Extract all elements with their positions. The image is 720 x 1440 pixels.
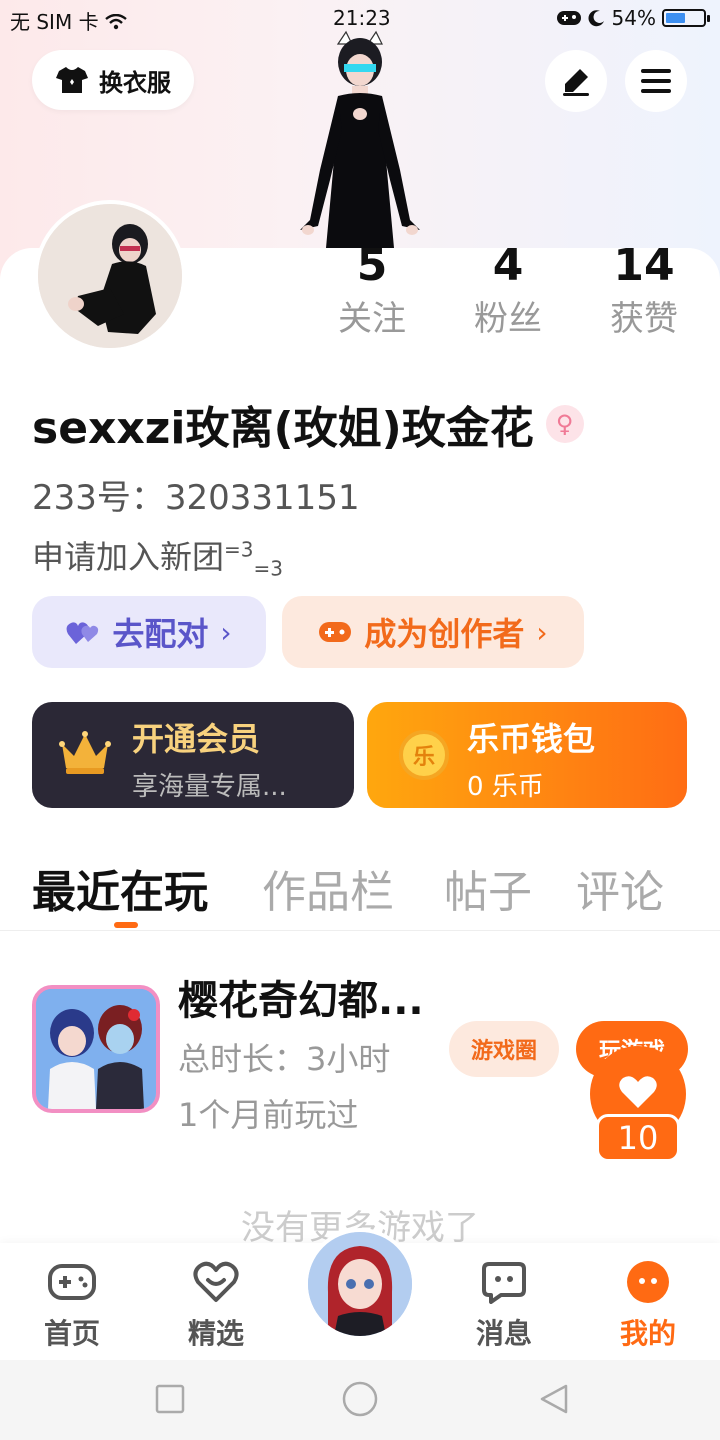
battery-icon	[662, 9, 710, 27]
wallet-title: 乐币钱包	[467, 720, 596, 758]
stat-following-count: 5	[356, 240, 388, 291]
user-id: 233号：320331151	[32, 478, 360, 518]
bio-text: 申请加入新团	[32, 538, 225, 576]
status-right: 54%	[556, 6, 710, 30]
nav-messages[interactable]: 消息	[454, 1258, 554, 1352]
nav-home[interactable]: 首页	[22, 1258, 122, 1352]
shirt-icon	[56, 67, 88, 93]
status-carrier: 无 SIM 卡	[10, 6, 127, 35]
match-button[interactable]: 去配对 ›	[32, 596, 266, 668]
edit-profile-button[interactable]	[545, 50, 607, 112]
become-creator-label: 成为创作者	[364, 615, 525, 653]
nav-me-label: 我的	[619, 1317, 676, 1350]
stat-likes-count: 14	[613, 240, 675, 291]
stat-fans-count: 4	[492, 240, 524, 291]
profile-avatar[interactable]	[34, 200, 186, 352]
change-outfit-button[interactable]: 换衣服	[32, 50, 194, 110]
wallet-card[interactable]: 乐 乐币钱包 0 乐币	[367, 702, 687, 808]
chevron-right-icon: ›	[536, 615, 548, 649]
heart-outline-icon	[193, 1261, 239, 1302]
avatar-3d-figure[interactable]	[290, 30, 430, 250]
bio-emoticon-sub: =3	[253, 556, 283, 581]
tab-posts[interactable]: 帖子	[444, 856, 532, 920]
stat-likes[interactable]: 14 获赞	[584, 238, 704, 344]
game-total-time: 总时长：3小时	[178, 1040, 391, 1078]
center-avatar-image	[308, 1232, 412, 1336]
back-triangle-icon[interactable]	[538, 1383, 570, 1415]
game-last-played: 1个月前玩过	[178, 1096, 359, 1134]
tab-recently-played[interactable]: 最近在玩	[32, 856, 208, 920]
nav-home-label: 首页	[43, 1317, 100, 1350]
game-title[interactable]: 樱花奇幻都...	[178, 968, 424, 1026]
gamepad-status-icon	[556, 11, 581, 25]
nav-featured[interactable]: 精选	[166, 1258, 266, 1352]
crown-icon	[59, 731, 111, 774]
nav-me[interactable]: 我的	[598, 1258, 698, 1352]
game-icon[interactable]	[32, 985, 160, 1113]
like-count-badge: 10	[596, 1114, 680, 1162]
chevron-right-icon: ›	[220, 615, 232, 649]
avatar-image	[38, 204, 182, 348]
me-face-icon	[627, 1261, 669, 1303]
double-heart-icon	[66, 622, 99, 644]
hamburger-menu-icon	[641, 69, 671, 93]
match-label: 去配对	[112, 615, 209, 653]
recent-apps-icon[interactable]	[154, 1383, 186, 1415]
coin-icon: 乐	[399, 730, 449, 780]
change-outfit-label: 换衣服	[99, 68, 171, 97]
become-creator-button[interactable]: 成为创作者 ›	[282, 596, 584, 668]
bio-emoticon-sup: =3	[224, 537, 254, 562]
status-time: 21:23	[333, 6, 391, 30]
vip-membership-card[interactable]: 开通会员 享海量专属...	[32, 702, 354, 808]
game-circle-button[interactable]: 游戏圈	[449, 1021, 559, 1077]
tab-comments[interactable]: 评论	[576, 856, 664, 920]
gamepad-outline-icon	[48, 1264, 96, 1300]
wifi-icon	[105, 13, 127, 30]
username-row: sexxzi玫离(玫姐)玫金花 ♀	[32, 392, 584, 456]
nav-messages-label: 消息	[475, 1317, 532, 1350]
nav-featured-label: 精选	[187, 1317, 244, 1350]
chat-bubble-icon	[482, 1262, 526, 1304]
vip-subtitle: 享海量专属...	[132, 772, 287, 802]
center-avatar-button[interactable]	[304, 1228, 416, 1340]
stat-likes-label: 获赞	[610, 299, 678, 339]
wallet-balance: 0 乐币	[467, 772, 544, 802]
menu-button[interactable]	[625, 50, 687, 112]
tab-works[interactable]: 作品栏	[262, 856, 394, 920]
gamepad-icon	[319, 622, 352, 642]
stat-fans[interactable]: 4 粉丝	[448, 238, 568, 344]
active-tab-indicator	[114, 922, 138, 928]
battery-percent: 54%	[611, 6, 656, 30]
stat-following[interactable]: 5 关注	[312, 238, 432, 344]
female-gender-icon: ♀	[545, 405, 584, 443]
username: sexxzi玫离(玫姐)玫金花	[32, 403, 534, 454]
tab-divider	[0, 930, 720, 931]
stat-fans-label: 粉丝	[474, 299, 542, 339]
game-cover-art	[36, 989, 156, 1109]
stat-following-label: 关注	[338, 299, 406, 339]
pencil-icon	[563, 69, 589, 96]
home-circle-icon[interactable]	[342, 1381, 378, 1417]
heart-icon	[619, 1076, 657, 1108]
gender-symbol: ♀	[555, 410, 574, 438]
carrier-text: 无 SIM 卡	[10, 10, 99, 34]
vip-title: 开通会员	[132, 720, 261, 758]
moon-icon	[588, 10, 604, 27]
coin-glyph: 乐	[412, 745, 435, 770]
user-bio: 申请加入新团=3=3	[32, 532, 283, 580]
